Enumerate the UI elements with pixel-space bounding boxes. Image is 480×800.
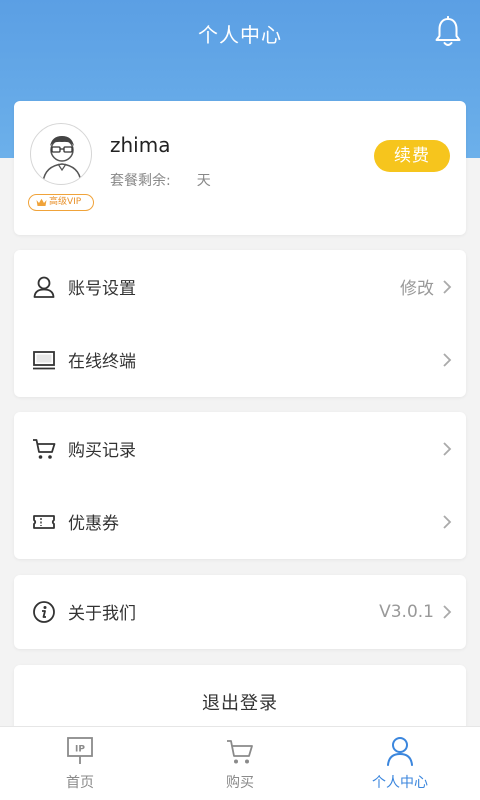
renew-button[interactable]: 续费: [374, 140, 450, 172]
monitor-icon: [32, 348, 56, 372]
version-value: V3.0.1: [379, 601, 434, 622]
plan-remaining: 套餐剩余: 天: [110, 170, 211, 190]
chevron-right-icon: [442, 279, 452, 295]
tab-buy-label: 购买: [226, 775, 254, 791]
cart-icon: [32, 437, 56, 461]
account-settings-label: 账号设置: [68, 279, 136, 299]
vip-label: 高级VIP: [49, 197, 82, 207]
orders-group: 购买记录 优惠券: [14, 412, 466, 559]
online-terminal-label: 在线终端: [68, 352, 136, 372]
user-icon: [32, 275, 56, 299]
ip-icon: IP: [66, 736, 94, 766]
ticket-icon: [32, 510, 56, 534]
menu-item-account-settings[interactable]: 账号设置 修改: [14, 250, 466, 323]
about-group: 关于我们 V3.0.1: [14, 575, 466, 649]
svg-text:IP: IP: [75, 745, 85, 755]
menu-item-coupons[interactable]: 优惠券: [14, 485, 466, 558]
tab-home-label: 首页: [66, 775, 94, 791]
avatar-icon[interactable]: [30, 123, 92, 185]
settings-group: 账号设置 修改 在线终端: [14, 250, 466, 397]
vip-badge: 高级VIP: [28, 194, 94, 211]
tab-home[interactable]: IP 首页: [20, 727, 140, 800]
cart-icon: [226, 736, 254, 766]
logout-button[interactable]: 退出登录: [14, 689, 466, 715]
menu-item-online-terminal[interactable]: 在线终端: [14, 323, 466, 396]
tab-buy[interactable]: 购买: [180, 727, 300, 800]
info-icon: [32, 600, 56, 624]
chevron-right-icon: [442, 352, 452, 368]
tab-profile-label: 个人中心: [372, 775, 428, 791]
remain-label: 套餐剩余:: [110, 173, 171, 189]
chevron-right-icon: [442, 514, 452, 530]
page-title: 个人中心: [198, 23, 282, 47]
chevron-right-icon: [442, 604, 452, 620]
person-icon: [386, 736, 414, 766]
tab-profile[interactable]: 个人中心: [340, 727, 460, 800]
remain-unit: 天: [196, 173, 211, 189]
bell-icon[interactable]: [434, 15, 462, 48]
account-settings-value: 修改: [400, 279, 434, 299]
about-us-label: 关于我们: [68, 604, 136, 624]
crown-icon: [36, 198, 47, 207]
username: zhima: [110, 133, 171, 157]
menu-item-purchase-records[interactable]: 购买记录: [14, 412, 466, 485]
purchase-records-label: 购买记录: [68, 441, 136, 461]
profile-card: 高级VIP zhima 套餐剩余: 天 续费: [14, 101, 466, 235]
coupons-label: 优惠券: [68, 514, 119, 534]
menu-item-about-us[interactable]: 关于我们 V3.0.1: [14, 575, 466, 648]
bottom-tab-bar: IP 首页 购买 个人中心: [0, 726, 480, 800]
chevron-right-icon: [442, 441, 452, 457]
